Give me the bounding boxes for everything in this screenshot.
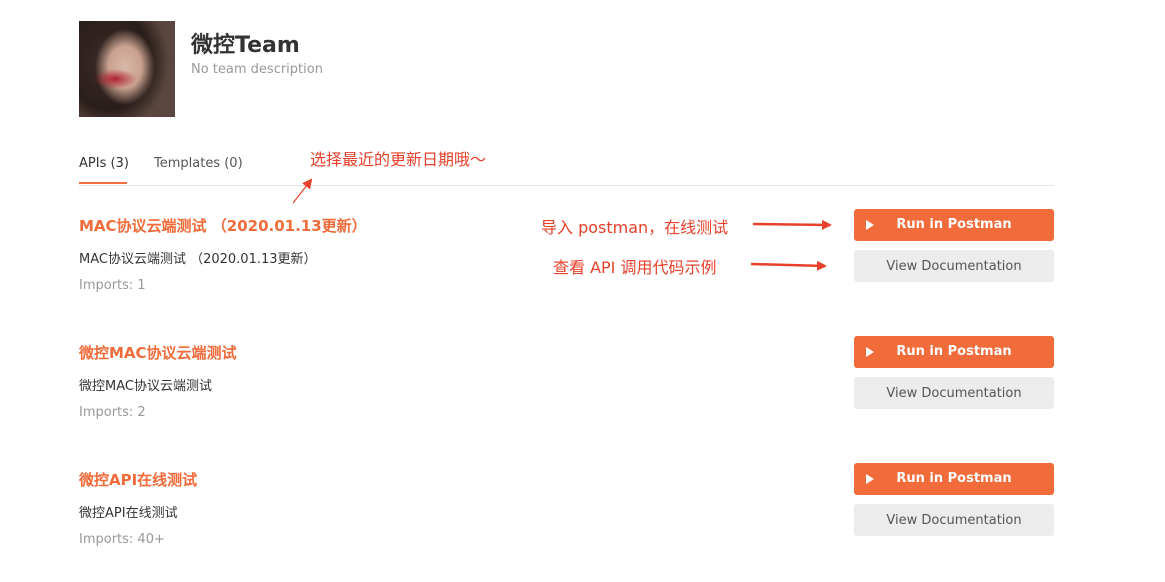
view-documentation-button[interactable]: View Documentation	[854, 250, 1054, 282]
team-avatar	[79, 21, 175, 117]
api-description: 微控MAC协议云端测试	[79, 379, 212, 394]
tab-templates[interactable]: Templates (0)	[154, 156, 243, 171]
run-in-postman-label: Run in Postman	[896, 344, 1012, 359]
view-documentation-button[interactable]: View Documentation	[854, 504, 1054, 536]
run-in-postman-button[interactable]: Run in Postman	[854, 209, 1054, 241]
api-item: 微控API在线测试 微控API在线测试 Imports: 40+ Run in …	[79, 463, 1054, 569]
api-description: 微控API在线测试	[79, 506, 178, 521]
run-in-postman-label: Run in Postman	[896, 217, 1012, 232]
run-in-postman-label: Run in Postman	[896, 471, 1012, 486]
api-title[interactable]: 微控API在线测试	[79, 469, 197, 490]
view-documentation-button[interactable]: View Documentation	[854, 377, 1054, 409]
tab-apis[interactable]: APIs (3)	[79, 156, 129, 171]
team-name: 微控Team	[191, 33, 300, 58]
tab-bar: APIs (3) Templates (0)	[79, 150, 1054, 186]
annotation-date-hint: 选择最近的更新日期哦～	[310, 150, 487, 169]
api-description: MAC协议云端测试 （2020.01.13更新）	[79, 252, 317, 267]
api-title[interactable]: 微控MAC协议云端测试	[79, 342, 237, 363]
active-tab-indicator	[79, 182, 127, 184]
api-item: 微控MAC协议云端测试 微控MAC协议云端测试 Imports: 2 Run i…	[79, 336, 1054, 442]
api-imports: Imports: 40+	[79, 532, 165, 547]
api-imports: Imports: 2	[79, 405, 146, 420]
play-icon	[866, 220, 874, 230]
api-item: MAC协议云端测试 （2020.01.13更新） MAC协议云端测试 （2020…	[79, 209, 1054, 315]
run-in-postman-button[interactable]: Run in Postman	[854, 463, 1054, 495]
api-title[interactable]: MAC协议云端测试 （2020.01.13更新）	[79, 215, 367, 236]
play-icon	[866, 474, 874, 484]
play-icon	[866, 347, 874, 357]
run-in-postman-button[interactable]: Run in Postman	[854, 336, 1054, 368]
team-description: No team description	[191, 62, 323, 77]
api-imports: Imports: 1	[79, 278, 146, 293]
